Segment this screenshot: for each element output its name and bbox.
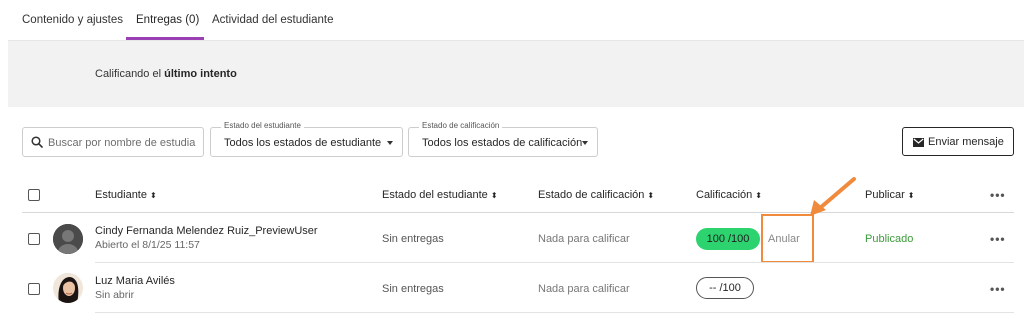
sort-icon: ⬍ bbox=[755, 191, 762, 200]
grading-attempt-text: Calificando el último intento bbox=[95, 68, 237, 80]
tab-student-activity[interactable]: Actividad del estudiante bbox=[212, 14, 333, 26]
tab-bar: Contenido y ajustes Entregas (0) Activid… bbox=[0, 0, 1024, 40]
grading-status-cell: Nada para calificar bbox=[538, 233, 630, 245]
tab-content-settings[interactable]: Contenido y ajustes bbox=[22, 14, 123, 26]
more-icon[interactable]: ••• bbox=[990, 282, 1006, 296]
student-status-legend: Estado del estudiante bbox=[221, 121, 304, 130]
select-all-checkbox[interactable] bbox=[28, 189, 40, 201]
row-divider bbox=[95, 312, 1014, 313]
grade-header-label: Calificación bbox=[696, 189, 753, 201]
avatar-placeholder-icon bbox=[53, 224, 83, 254]
student-status-cell: Sin entregas bbox=[382, 283, 444, 295]
column-header-grading-status[interactable]: Estado de calificación ⬍ bbox=[538, 189, 654, 201]
grading-status-filter[interactable]: Estado de calificación Todos los estados… bbox=[408, 121, 598, 157]
grading-status-legend: Estado de calificación bbox=[419, 121, 503, 130]
student-subtext: Abierto el 8/1/25 11:57 bbox=[95, 239, 200, 251]
grading-status-cell: Nada para calificar bbox=[538, 283, 630, 295]
avatar bbox=[53, 273, 83, 303]
avatar-photo-icon bbox=[53, 273, 83, 303]
student-name[interactable]: Luz Maria Avilés bbox=[95, 275, 175, 287]
send-message-button[interactable]: Enviar mensaje bbox=[902, 127, 1014, 156]
banner-emphasis: último intento bbox=[164, 68, 237, 80]
search-input[interactable] bbox=[48, 134, 200, 152]
publish-header-label: Publicar bbox=[865, 189, 905, 201]
header-divider bbox=[22, 212, 1014, 213]
tab-submissions[interactable]: Entregas (0) bbox=[136, 14, 199, 26]
sort-icon: ⬍ bbox=[647, 191, 655, 200]
more-icon[interactable]: ••• bbox=[990, 188, 1006, 202]
caret-down-icon bbox=[387, 141, 393, 145]
student-name[interactable]: Cindy Fernanda Melendez Ruiz_PreviewUser bbox=[95, 225, 318, 237]
column-header-student-status[interactable]: Estado del estudiante ⬍ bbox=[382, 189, 498, 201]
row-checkbox[interactable] bbox=[28, 233, 40, 245]
sort-icon: ⬍ bbox=[149, 191, 157, 200]
student-status-filter[interactable]: Estado del estudiante Todos los estados … bbox=[210, 121, 403, 157]
row-divider bbox=[95, 262, 1014, 263]
row-checkbox[interactable] bbox=[28, 283, 40, 295]
grading-banner: Calificando el último intento bbox=[8, 41, 1024, 107]
banner-prefix: Calificando el bbox=[95, 68, 165, 80]
envelope-icon bbox=[913, 138, 924, 147]
sort-icon: ⬍ bbox=[907, 191, 915, 200]
grade-pill[interactable]: 100 /100 bbox=[696, 228, 760, 250]
caret-down-icon bbox=[582, 141, 588, 145]
grade-pill[interactable]: -- /100 bbox=[696, 277, 754, 299]
publish-status[interactable]: Publicado bbox=[865, 233, 913, 245]
annotation-highlight-box bbox=[761, 214, 814, 263]
search-icon bbox=[31, 136, 43, 148]
student-status-header-label: Estado del estudiante bbox=[382, 189, 488, 201]
student-search[interactable] bbox=[22, 127, 204, 157]
student-status-cell: Sin entregas bbox=[382, 233, 444, 245]
column-header-student[interactable]: Estudiante ⬍ bbox=[95, 189, 157, 201]
column-header-publish[interactable]: Publicar ⬍ bbox=[865, 189, 914, 201]
grading-status-header-label: Estado de calificación bbox=[538, 189, 645, 201]
column-header-grade[interactable]: Calificación ⬍ bbox=[696, 189, 762, 201]
student-subtext: Sin abrir bbox=[95, 289, 135, 301]
student-status-value: Todos los estados de estudiante bbox=[224, 137, 382, 149]
more-icon[interactable]: ••• bbox=[990, 232, 1006, 246]
arrow-annotation bbox=[810, 177, 856, 216]
send-message-label: Enviar mensaje bbox=[928, 136, 1004, 148]
grading-status-value: Todos los estados de calificación bbox=[422, 137, 583, 149]
sort-icon: ⬍ bbox=[490, 191, 498, 200]
avatar bbox=[53, 224, 83, 254]
student-header-label: Estudiante bbox=[95, 189, 147, 201]
